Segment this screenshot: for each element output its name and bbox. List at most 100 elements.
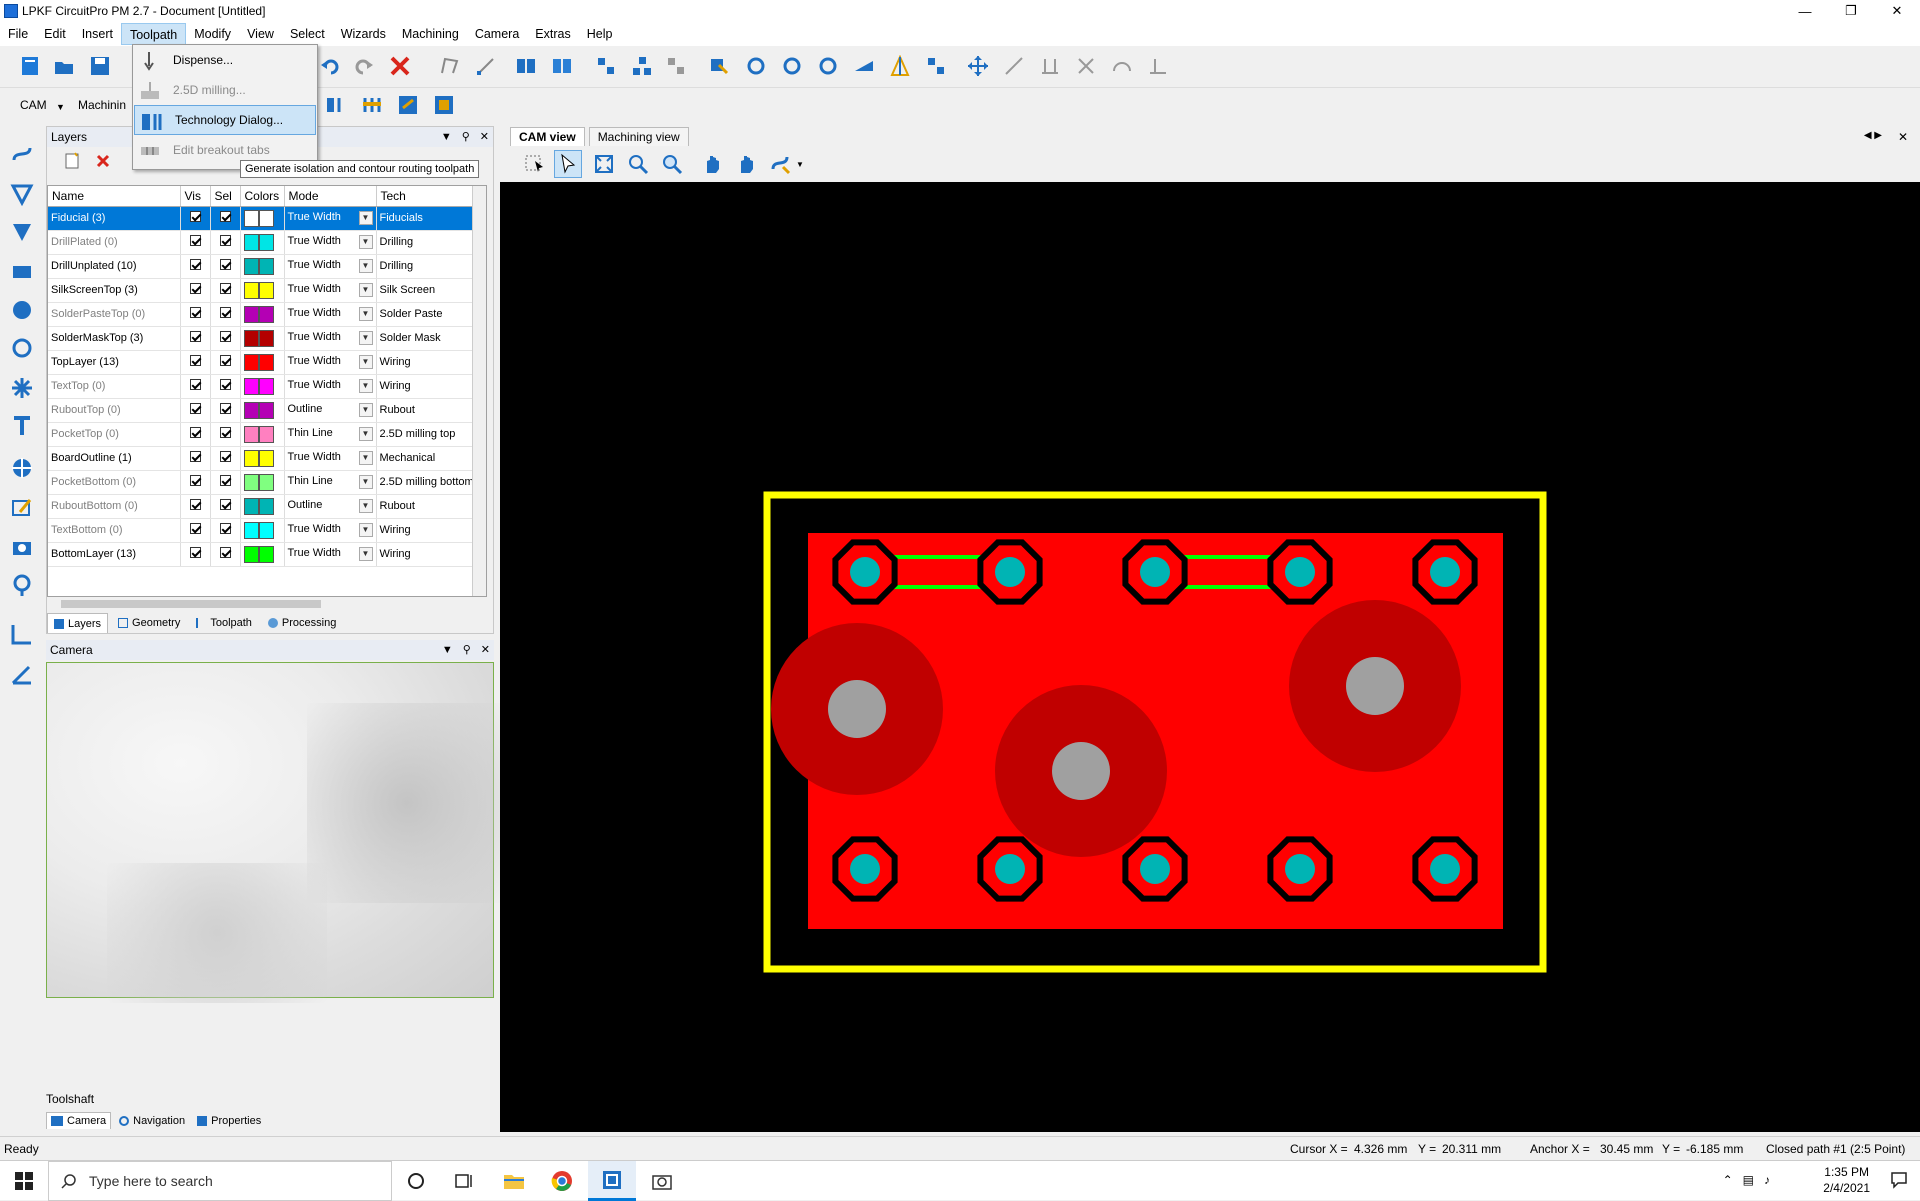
tab-toolpath[interactable]: Toolpath [190, 613, 258, 633]
process-icon[interactable] [430, 91, 458, 119]
layer-row[interactable]: PocketBottom (0) Thin Line ▼ 2.5D milling b… [48, 470, 479, 495]
layer-visible-checkbox[interactable] [180, 350, 211, 375]
camera-app-icon[interactable] [638, 1161, 686, 1201]
layer-row[interactable]: TextBottom (0) True Width ▼ Wiring [48, 518, 479, 543]
fiducial-tool-icon[interactable] [8, 454, 36, 482]
col-tech[interactable]: Tech [376, 186, 479, 207]
split-icon[interactable] [1072, 52, 1100, 80]
layer-visible-checkbox[interactable] [180, 494, 211, 519]
chevron-down-icon[interactable]: ▼ [358, 283, 373, 297]
tab-processing[interactable]: Processing [262, 613, 342, 633]
extend-icon[interactable] [1144, 52, 1172, 80]
layer-visible-checkbox[interactable] [180, 374, 211, 399]
task-view-icon[interactable] [440, 1161, 488, 1201]
new-layer-icon[interactable] [63, 151, 81, 173]
volume-icon[interactable]: ♪ [1764, 1173, 1770, 1187]
layer-color-swatch[interactable] [240, 350, 285, 375]
layer-row[interactable]: TopLayer (13) True Width ▼ Wiring [48, 350, 479, 375]
layer-color-swatch[interactable] [240, 494, 285, 519]
layer-selectable-checkbox[interactable] [210, 518, 241, 543]
col-vis[interactable]: Vis [180, 186, 211, 207]
menu-view[interactable]: View [239, 23, 282, 45]
pad[interactable] [1267, 836, 1333, 902]
arc-icon[interactable] [1108, 52, 1136, 80]
layer-row[interactable]: SolderMaskTop (3) True Width ▼ Solder Mask [48, 326, 479, 351]
layer-selectable-checkbox[interactable] [210, 302, 241, 327]
layer-name[interactable]: BoardOutline (1) [48, 446, 181, 471]
layer-color-swatch[interactable] [240, 470, 285, 495]
layer-name[interactable]: Fiducial (3) [48, 206, 181, 231]
move-icon[interactable] [964, 52, 992, 80]
layer-row[interactable]: SolderPasteTop (0) True Width ▼ Solder Past… [48, 302, 479, 327]
star-tool-icon[interactable] [8, 374, 36, 402]
layer-selectable-checkbox[interactable] [210, 494, 241, 519]
chevron-down-icon[interactable]: ▼ [358, 475, 373, 489]
taskbar-clock[interactable]: 1:35 PM 2/4/2021 [1823, 1164, 1870, 1196]
layer-visible-checkbox[interactable] [180, 446, 211, 471]
array-icon[interactable] [922, 52, 950, 80]
camera-panel-menu-icon[interactable]: ▼ [442, 640, 453, 660]
chrome-icon[interactable] [538, 1161, 586, 1201]
layer-name[interactable]: BottomLayer (13) [48, 542, 181, 567]
tab-layers[interactable]: Layers [47, 613, 109, 633]
ring-tool-icon[interactable] [8, 334, 36, 362]
layer-mode-select[interactable]: True Width ▼ [284, 230, 377, 255]
menu-extras[interactable]: Extras [527, 23, 578, 45]
layer-color-swatch[interactable] [240, 302, 285, 327]
layer-name[interactable]: SolderPasteTop (0) [48, 302, 181, 327]
pad[interactable] [832, 539, 898, 605]
pan-continuous-icon[interactable] [732, 150, 760, 178]
menu-item-technology-dialog[interactable]: Technology Dialog... [134, 105, 316, 135]
layer-name[interactable]: PocketTop (0) [48, 422, 181, 447]
tab-geometry[interactable]: Geometry [112, 613, 186, 633]
delete-icon[interactable] [386, 52, 414, 80]
layer-mode-select[interactable]: True Width ▼ [284, 542, 377, 567]
trim-icon[interactable] [1036, 52, 1064, 80]
layer-row[interactable]: BoardOutline (1) True Width ▼ Mechanical [48, 446, 479, 471]
menu-wizards[interactable]: Wizards [333, 23, 394, 45]
layer-selectable-checkbox[interactable] [210, 206, 241, 231]
edit-tool-icon[interactable] [8, 494, 36, 522]
col-sel[interactable]: Sel [210, 186, 241, 207]
chevron-down-icon[interactable]: ▼ [358, 379, 373, 393]
pan-hand-icon[interactable] [698, 150, 726, 178]
layer-visible-checkbox[interactable] [180, 302, 211, 327]
layer-mode-select[interactable]: True Width ▼ [284, 350, 377, 375]
network-icon[interactable]: ▤ [1743, 1173, 1754, 1187]
pad[interactable] [1267, 539, 1333, 605]
polygon-tool-icon[interactable] [8, 180, 36, 208]
zoom-icon[interactable] [658, 150, 686, 178]
cortana-icon[interactable] [392, 1161, 440, 1201]
layer-row[interactable]: PocketTop (0) Thin Line ▼ 2.5D milling top [48, 422, 479, 447]
pin-icon[interactable]: ⚲ [462, 127, 470, 147]
taskbar-search[interactable]: Type here to search [48, 1161, 392, 1201]
layer-visible-checkbox[interactable] [180, 278, 211, 303]
menu-file[interactable]: File [0, 23, 36, 45]
menu-item-dispense[interactable]: Dispense... [133, 45, 317, 75]
new-document-icon[interactable] [16, 52, 44, 80]
layer-color-swatch[interactable] [240, 446, 285, 471]
pad[interactable] [977, 539, 1043, 605]
layer-mode-select[interactable]: Thin Line ▼ [284, 470, 377, 495]
layer-name[interactable]: DrillPlated (0) [48, 230, 181, 255]
pad[interactable] [1412, 539, 1478, 605]
layer-visible-checkbox[interactable] [180, 206, 211, 231]
node-icon[interactable] [472, 52, 500, 80]
layer-mode-select[interactable]: True Width ▼ [284, 278, 377, 303]
layer-selectable-checkbox[interactable] [210, 350, 241, 375]
layers-horizontal-scrollbar[interactable] [47, 597, 487, 611]
rotate-icon[interactable] [778, 52, 806, 80]
chevron-down-icon[interactable]: ▼ [358, 355, 373, 369]
tab-camera[interactable]: Camera [46, 1112, 112, 1129]
layer-color-swatch[interactable] [240, 278, 285, 303]
layer-selectable-checkbox[interactable] [210, 446, 241, 471]
layer-selectable-checkbox[interactable] [210, 422, 241, 447]
minimize-icon[interactable]: — [1782, 0, 1828, 22]
layer-row[interactable]: RuboutBottom (0) Outline ▼ Rubout [48, 494, 479, 519]
chevron-down-icon[interactable]: ▼ [358, 211, 373, 225]
layer-name[interactable]: TextBottom (0) [48, 518, 181, 543]
restore-icon[interactable]: ❐ [1828, 0, 1874, 22]
menu-select[interactable]: Select [282, 23, 333, 45]
col-name[interactable]: Name [48, 186, 181, 207]
tool-library-icon[interactable] [358, 91, 386, 119]
